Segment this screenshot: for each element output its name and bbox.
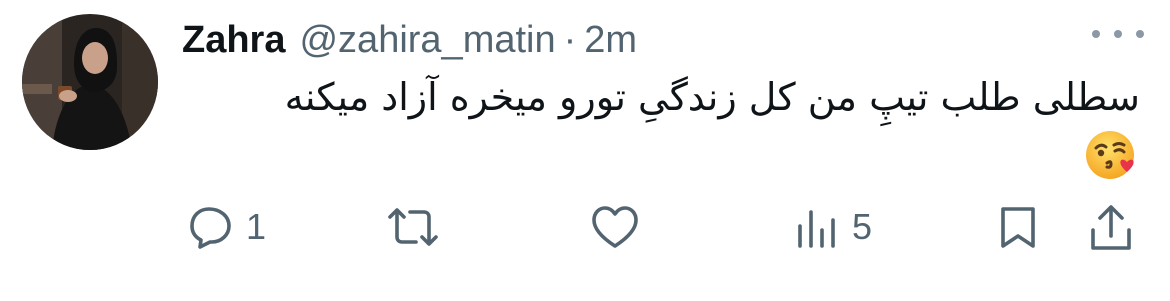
like-icon <box>592 206 638 248</box>
tweet-text: سطلی طلب تیپِ من کل زندگیِ تورو میخره آز… <box>284 75 1140 119</box>
bookmark-icon <box>1001 207 1035 248</box>
share-icon <box>1091 205 1131 250</box>
display-name[interactable]: Zahra <box>182 19 285 62</box>
retweet-icon <box>388 208 438 246</box>
views-count: 5 <box>852 206 873 247</box>
reply-count: 1 <box>246 206 267 247</box>
more-icon[interactable] <box>1092 22 1144 46</box>
face-blowing-kiss-emoji <box>1086 131 1134 179</box>
action-bar: 1 5 <box>0 200 1170 270</box>
reply-button[interactable]: 1 <box>188 204 266 250</box>
tweet[interactable]: Zahra @zahira_matin · 2m سطلی طلب تیپِ م… <box>0 0 1170 301</box>
views-icon <box>798 210 835 248</box>
retweet-button[interactable] <box>386 204 440 250</box>
avatar[interactable] <box>22 14 158 150</box>
user-handle[interactable]: @zahira_matin <box>299 19 555 62</box>
bookmark-button[interactable] <box>998 204 1038 250</box>
separator-dot: · <box>563 18 577 61</box>
reply-icon <box>190 207 231 249</box>
avatar-photo <box>22 14 158 150</box>
views-button[interactable]: 5 <box>794 204 872 250</box>
share-button[interactable] <box>1088 204 1134 254</box>
tweet-header: Zahra @zahira_matin · 2m <box>182 12 637 68</box>
timestamp[interactable]: 2m <box>584 19 637 62</box>
like-button[interactable] <box>590 204 640 250</box>
